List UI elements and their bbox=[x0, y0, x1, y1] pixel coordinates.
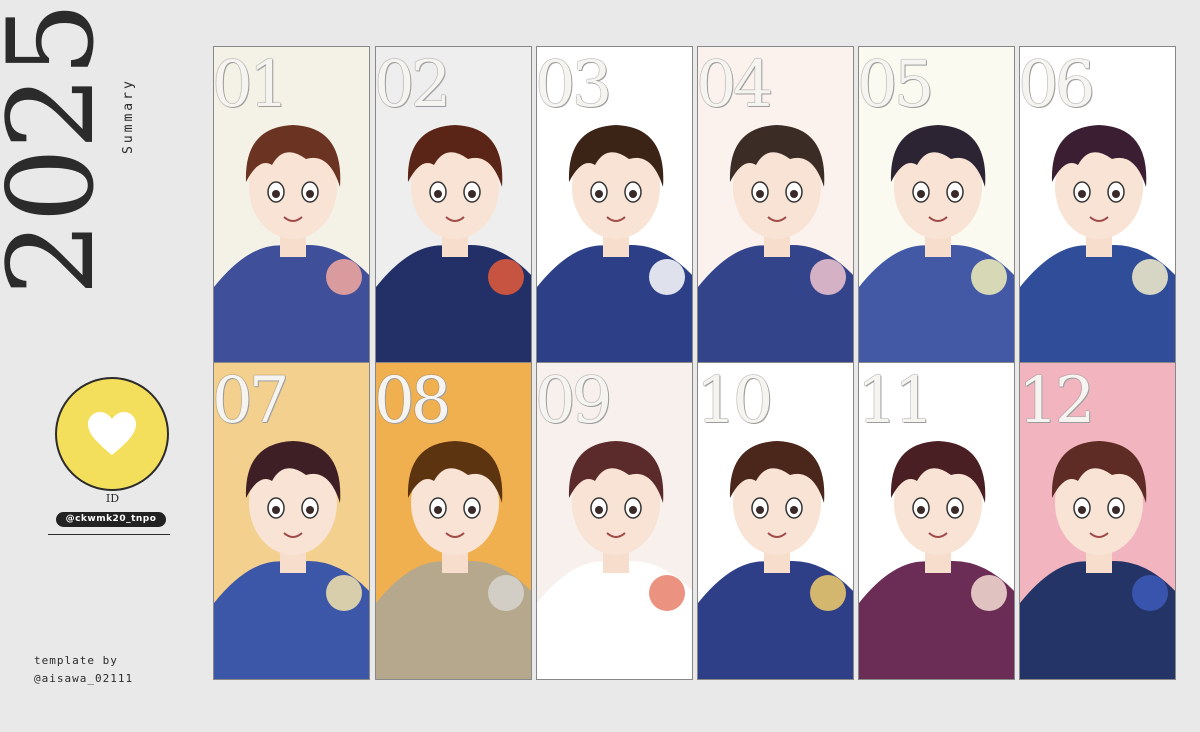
month-number: 04 bbox=[697, 48, 773, 122]
template-credit: template by @aisawa_02111 bbox=[34, 652, 133, 688]
month-illustration-05: 05 bbox=[858, 46, 1015, 364]
month-illustration-02: 02 bbox=[375, 46, 532, 364]
month-illustration-06: 06 bbox=[1019, 46, 1176, 364]
month-illustration-04: 04 bbox=[697, 46, 854, 364]
subtitle: Summary bbox=[112, 40, 142, 160]
month-number: 08 bbox=[375, 364, 451, 438]
year-title: 2025 bbox=[0, 0, 104, 300]
avatar bbox=[55, 377, 169, 491]
month-number: 01 bbox=[213, 48, 289, 122]
id-label: ID bbox=[105, 492, 120, 505]
month-illustration-01: 01 bbox=[213, 46, 370, 364]
month-number: 12 bbox=[1019, 364, 1095, 438]
month-number: 05 bbox=[858, 48, 934, 122]
credit-line-1: template by bbox=[34, 654, 118, 667]
month-illustration-07: 07 bbox=[213, 362, 370, 680]
month-illustration-12: 12 bbox=[1019, 362, 1176, 680]
month-number: 07 bbox=[213, 364, 289, 438]
month-illustration-10: 10 bbox=[697, 362, 854, 680]
month-number: 10 bbox=[697, 364, 773, 438]
month-illustration-03: 03 bbox=[536, 46, 693, 364]
user-handle: @ckwmk20_tnpo bbox=[56, 512, 166, 527]
month-number: 03 bbox=[536, 48, 612, 122]
month-number: 02 bbox=[375, 48, 451, 122]
month-illustration-09: 09 bbox=[536, 362, 693, 680]
month-number: 09 bbox=[536, 364, 612, 438]
year-text: 2025 bbox=[0, 4, 104, 296]
subtitle-text: Summary bbox=[121, 78, 136, 154]
month-illustration-11: 11 bbox=[858, 362, 1015, 680]
month-number: 06 bbox=[1019, 48, 1095, 122]
credit-line-2: @aisawa_02111 bbox=[34, 672, 134, 685]
month-number: 11 bbox=[858, 364, 934, 438]
divider bbox=[48, 534, 170, 535]
month-illustration-08: 08 bbox=[375, 362, 532, 680]
heart-icon bbox=[88, 412, 136, 455]
